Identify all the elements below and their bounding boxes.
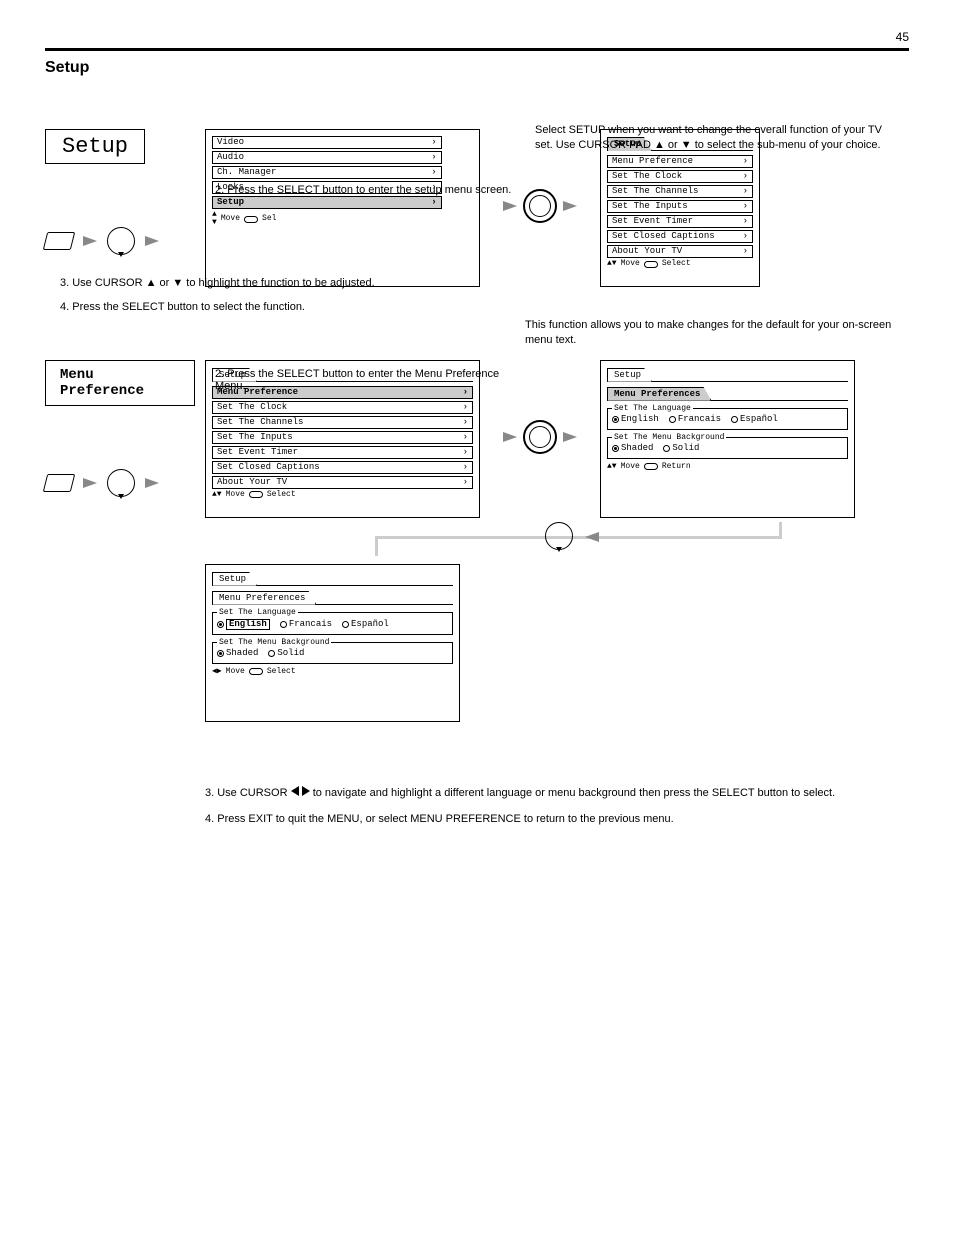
arrow-right-icon (145, 478, 159, 488)
page-number: 45 (45, 30, 909, 44)
arrow-right-icon (503, 201, 517, 211)
language-legend: Set The Language (217, 609, 298, 617)
hint-move: Move (226, 491, 245, 499)
menu-item[interactable]: Set The Channels› (607, 185, 753, 198)
menu-item[interactable]: Set Closed Captions› (607, 230, 753, 243)
hint-move: Move (226, 668, 245, 676)
step1-text: Select SETUP when you want to change the… (535, 123, 895, 154)
osd-main-menu: Video›Audio›Ch. Manager›Locks›Setup› ▲▼ … (205, 129, 480, 287)
arrow-right-icon (563, 432, 577, 442)
menu-item[interactable]: Video› (212, 136, 442, 149)
menu-item[interactable]: Ch. Manager› (212, 166, 442, 179)
crumb-setup: Setup (212, 572, 257, 586)
section2-step1: This function allows you to make changes… (525, 318, 905, 349)
radio-option[interactable]: Español (342, 620, 389, 629)
language-fieldset: Set The Language English Francais Español (212, 609, 453, 635)
arrow-right-icon (563, 201, 577, 211)
menu-item[interactable]: Set The Channels› (212, 416, 473, 429)
menu-item[interactable]: Set Event Timer› (607, 215, 753, 228)
osd-menu-preferences: Setup Menu Preferences Set The Language … (600, 360, 855, 518)
menu-item[interactable]: Set Closed Captions› (212, 461, 473, 474)
cursor-pad-icon (107, 227, 135, 255)
arrow-right-icon (503, 432, 517, 442)
background-legend: Set The Menu Background (612, 434, 726, 442)
background-fieldset: Set The Menu Background Shaded Solid (607, 434, 848, 459)
cursor-left-icon (291, 786, 299, 796)
page-title: Setup (45, 59, 909, 77)
radio-option[interactable]: Shaded (612, 444, 653, 453)
background-fieldset: Set The Menu Background Shaded Solid (212, 639, 453, 664)
menu-item[interactable]: About Your TV› (212, 476, 473, 489)
cursor-pad-icon (545, 522, 573, 550)
crumb-setup: Setup (607, 368, 652, 382)
select-button-icon (523, 420, 557, 454)
arrow-right-icon (145, 236, 159, 246)
radio-option[interactable]: English (612, 415, 659, 424)
section2-step4: 4. Press EXIT to quit the MENU, or selec… (205, 812, 905, 828)
radio-option[interactable]: English (217, 619, 270, 630)
section2-step3b: to navigate and highlight a different la… (313, 787, 835, 799)
radio-option[interactable]: Solid (663, 444, 699, 453)
radio-option[interactable]: Francais (280, 620, 332, 629)
step4-text: 4. Press the SELECT button to select the… (60, 300, 909, 316)
menu-item[interactable]: Set Event Timer› (212, 446, 473, 459)
hint-move: Move (621, 260, 640, 268)
select-button-icon (523, 189, 557, 223)
menu-item[interactable]: Set The Clock› (607, 170, 753, 183)
section2-step2: 2. Press the SELECT button to enter the … (215, 368, 515, 392)
setup-label: Setup (45, 129, 145, 164)
hint-move: Move (221, 215, 240, 223)
radio-option[interactable]: Francais (669, 415, 721, 424)
arrow-right-icon (83, 478, 97, 488)
menu-item[interactable]: Set The Inputs› (607, 200, 753, 213)
menu-item[interactable]: Setup› (212, 196, 442, 209)
menu-item[interactable]: Menu Preference› (607, 155, 753, 168)
hint-sel: Select (662, 260, 691, 268)
crumb-menu-preferences: Menu Preferences (212, 591, 316, 605)
hint-sel: Sel (262, 215, 276, 223)
hint-sel: Select (267, 491, 296, 499)
language-legend: Set The Language (612, 405, 693, 413)
radio-option[interactable]: Solid (268, 649, 304, 658)
menu-button-icon (43, 232, 75, 250)
menu-button-icon (43, 474, 75, 492)
arrow-left-icon (585, 532, 599, 542)
hint-move: Move (621, 463, 640, 471)
hint-sel: Select (267, 668, 296, 676)
divider (45, 48, 909, 51)
radio-option[interactable]: Shaded (217, 649, 258, 658)
crumb-menu-preferences: Menu Preferences (607, 387, 711, 401)
menu-preference-label: Menu Preference (45, 360, 195, 406)
osd-menu-preferences-select: Setup Menu Preferences Set The Language … (205, 564, 460, 722)
cursor-right-icon (302, 786, 310, 796)
section2-step3a: 3. Use CURSOR (205, 787, 291, 799)
background-legend: Set The Menu Background (217, 639, 331, 647)
hint-return: Return (662, 463, 691, 471)
step2-text: 2. Press the SELECT button to enter the … (215, 184, 515, 196)
menu-item[interactable]: Audio› (212, 151, 442, 164)
radio-option[interactable]: Español (731, 415, 778, 424)
cursor-pad-icon (107, 469, 135, 497)
menu-item[interactable]: Set The Inputs› (212, 431, 473, 444)
language-fieldset: Set The Language English Francais Español (607, 405, 848, 430)
menu-item[interactable]: About Your TV› (607, 245, 753, 258)
menu-item[interactable]: Set The Clock› (212, 401, 473, 414)
arrow-right-icon (83, 236, 97, 246)
